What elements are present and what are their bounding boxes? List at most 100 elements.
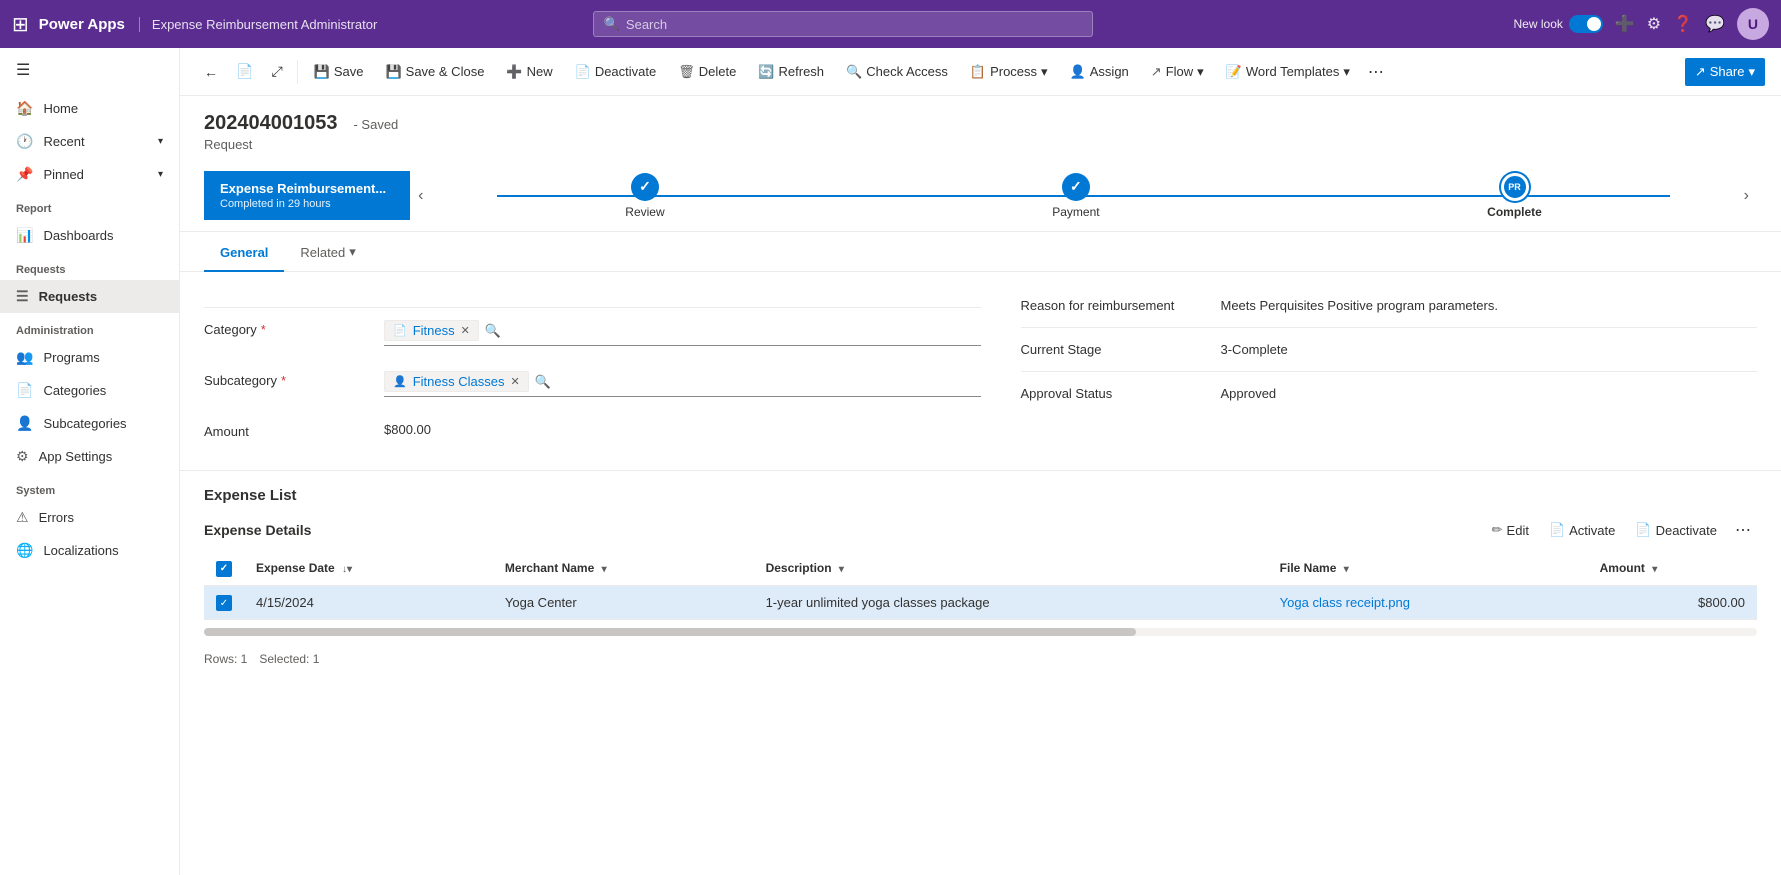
edit-button[interactable]: ✏ Edit <box>1484 518 1537 542</box>
nav-left: ⊞ Power Apps Expense Reimbursement Admin… <box>12 12 377 37</box>
active-stage[interactable]: Expense Reimbursement... Completed in 29… <box>204 171 410 220</box>
form-row-current-stage: Current Stage 3-Complete <box>1021 332 1758 367</box>
stages-container: ✓ Review ✓ Payment PR Complete <box>432 173 1736 219</box>
form-area: Category * 📄 Fitness ✕ <box>180 272 1781 470</box>
table-header-checkbox[interactable]: ✓ <box>204 552 244 585</box>
stage-step-payment[interactable]: ✓ Payment <box>1052 173 1099 219</box>
feedback-icon[interactable]: 💬 <box>1705 14 1725 34</box>
app-page-title: Expense Reimbursement Administrator <box>139 17 377 32</box>
row-file-name[interactable]: Yoga class receipt.png <box>1268 585 1588 620</box>
category-tag[interactable]: 📄 Fitness ✕ <box>384 320 479 341</box>
delete-button[interactable]: 🗑 Delete <box>668 58 746 86</box>
sidebar-item-pinned[interactable]: 📌 Pinned ▾ <box>0 158 179 191</box>
pages-button[interactable]: 📄 <box>228 57 261 86</box>
category-input-row[interactable]: 📄 Fitness ✕ 🔍 <box>384 320 981 346</box>
table-header-file-name[interactable]: File Name ▾ <box>1268 552 1588 585</box>
report-section-header: Report <box>0 191 179 219</box>
table-header-amount[interactable]: Amount ▾ <box>1588 552 1757 585</box>
sidebar-item-errors[interactable]: ⚠ Errors <box>0 501 179 534</box>
administration-section-header: Administration <box>0 313 179 341</box>
subcategory-input-row[interactable]: 👤 Fitness Classes ✕ 🔍 <box>384 371 981 397</box>
add-icon[interactable]: ➕ <box>1615 14 1635 34</box>
table-header-description[interactable]: Description ▾ <box>754 552 1268 585</box>
sidebar-item-requests[interactable]: ☰ Requests <box>0 280 179 313</box>
check-access-button[interactable]: 🔍 Check Access <box>836 58 958 86</box>
process-button[interactable]: 📋 Process ▾ <box>960 58 1058 86</box>
settings-icon[interactable]: ⚙ <box>1647 14 1661 34</box>
subcategory-remove-icon[interactable]: ✕ <box>510 375 519 388</box>
deactivate-sub-icon: 📄 <box>1635 522 1651 538</box>
delete-icon: 🗑 <box>678 64 695 80</box>
sidebar-item-label: Subcategories <box>43 416 126 431</box>
file-link[interactable]: Yoga class receipt.png <box>1280 595 1410 610</box>
new-look-label: New look <box>1514 17 1563 31</box>
expense-details-table: ✓ Expense Date ↓▾ Merchant Name ▾ <box>204 552 1757 620</box>
form-row-category: Category * 📄 Fitness ✕ <box>204 308 981 359</box>
row-checkbox[interactable]: ✓ <box>216 595 232 611</box>
amount-value: $800.00 <box>384 418 981 441</box>
save-button[interactable]: 💾 Save <box>304 58 374 86</box>
help-icon[interactable]: ❓ <box>1673 14 1693 34</box>
stage-forward-button[interactable]: › <box>1736 179 1757 213</box>
sidebar-item-dashboards[interactable]: 📊 Dashboards <box>0 219 179 252</box>
scrollbar-thumb[interactable] <box>204 628 1136 636</box>
stage-step-complete[interactable]: PR Complete <box>1487 173 1542 219</box>
share-button[interactable]: ↗ Share ▾ <box>1685 58 1765 86</box>
refresh-button[interactable]: 🔄 Refresh <box>748 58 834 86</box>
stage-circle-review: ✓ <box>631 173 659 201</box>
sidebar-item-recent[interactable]: 🕐 Recent ▾ <box>0 125 179 158</box>
sidebar-item-app-settings[interactable]: ⚙ App Settings <box>0 440 179 473</box>
header-checkbox[interactable]: ✓ <box>216 561 232 577</box>
deactivate-sub-button[interactable]: 📄 Deactivate <box>1627 518 1725 542</box>
search-bar[interactable]: 🔍 <box>593 11 1093 37</box>
tab-related[interactable]: Related ▾ <box>284 232 371 272</box>
tab-general[interactable]: General <box>204 233 284 272</box>
sidebar-hamburger[interactable]: ☰ <box>0 48 179 92</box>
subcategory-tag[interactable]: 👤 Fitness Classes ✕ <box>384 371 529 392</box>
save-close-icon: 💾 <box>385 64 401 80</box>
subcategory-search-icon[interactable]: 🔍 <box>535 374 551 390</box>
category-remove-icon[interactable]: ✕ <box>461 324 470 337</box>
sidebar-item-programs[interactable]: 👥 Programs <box>0 341 179 374</box>
category-value: 📄 Fitness ✕ 🔍 <box>384 316 981 350</box>
table-row[interactable]: ✓ 4/15/2024 Yoga Center 1-year unlimited… <box>204 585 1757 620</box>
back-button[interactable]: ← <box>196 58 226 86</box>
sidebar-item-home[interactable]: 🏠 Home <box>0 92 179 125</box>
new-look-toggle[interactable] <box>1569 15 1603 33</box>
sidebar-item-localizations[interactable]: 🌐 Localizations <box>0 534 179 567</box>
stage-back-button[interactable]: ‹ <box>410 179 431 213</box>
search-input[interactable] <box>626 17 1082 32</box>
share-icon: ↗ <box>1695 64 1706 80</box>
expense-details-title: Expense Details <box>204 522 311 538</box>
new-icon: ➕ <box>506 64 522 80</box>
stage-step-review[interactable]: ✓ Review <box>625 173 664 219</box>
more-actions-button[interactable]: ⋯ <box>1362 58 1390 86</box>
subcategory-label: Subcategory * <box>204 367 384 394</box>
deactivate-button[interactable]: 📄 Deactivate <box>565 58 667 86</box>
horizontal-scrollbar[interactable] <box>204 628 1757 636</box>
home-icon: 🏠 <box>16 100 33 117</box>
category-search-icon[interactable]: 🔍 <box>485 323 501 339</box>
expand-button[interactable]: ⤢ <box>263 57 290 86</box>
new-button[interactable]: ➕ New <box>496 58 562 86</box>
sort-icon-description: ▾ <box>839 564 844 575</box>
selected-count: Selected: 1 <box>259 652 319 666</box>
current-stage-label: Current Stage <box>1021 342 1221 357</box>
expense-more-button[interactable]: ⋯ <box>1729 516 1757 544</box>
table-header-merchant-name[interactable]: Merchant Name ▾ <box>493 552 754 585</box>
sidebar-item-subcategories[interactable]: 👤 Subcategories <box>0 407 179 440</box>
assign-button[interactable]: 👤 Assign <box>1060 58 1139 86</box>
activate-button[interactable]: 📄 Activate <box>1541 518 1623 542</box>
content-area: 202404001053 - Saved Request Expense Rei… <box>180 96 1781 875</box>
sidebar-item-categories[interactable]: 📄 Categories <box>0 374 179 407</box>
apps-icon[interactable]: ⊞ <box>12 12 29 37</box>
stage-label-payment: Payment <box>1052 205 1099 219</box>
sidebar-item-label: App Settings <box>39 449 113 464</box>
system-section-header: System <box>0 473 179 501</box>
flow-button[interactable]: ↗ Flow ▾ <box>1141 58 1214 86</box>
word-templates-button[interactable]: 📝 Word Templates ▾ <box>1216 58 1360 86</box>
table-header-expense-date[interactable]: Expense Date ↓▾ <box>244 552 493 585</box>
row-checkbox-cell[interactable]: ✓ <box>204 585 244 620</box>
user-avatar[interactable]: U <box>1737 8 1769 40</box>
save-close-button[interactable]: 💾 Save & Close <box>375 58 494 86</box>
